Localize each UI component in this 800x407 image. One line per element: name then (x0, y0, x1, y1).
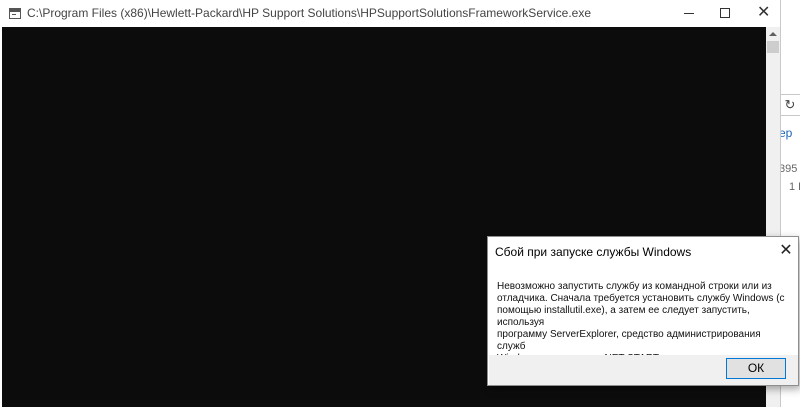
console-app-icon (9, 8, 21, 19)
minimize-icon (684, 13, 694, 14)
console-window-title: C:\Program Files (x86)\Hewlett-Packard\H… (27, 6, 592, 20)
ok-button[interactable]: ОК (726, 358, 786, 379)
scroll-up-arrow-icon[interactable] (766, 27, 780, 41)
background-link[interactable]: ер (779, 126, 792, 140)
dialog-message: Невозможно запустить службу из командной… (497, 281, 785, 364)
background-size-value: 395 К (779, 163, 800, 175)
console-titlebar[interactable]: C:\Program Files (x86)\Hewlett-Packard\H… (0, 0, 780, 27)
refresh-icon[interactable]: ↻ (779, 94, 800, 116)
service-start-error-dialog: Сбой при запуске службы Windows ✕ Невозм… (487, 236, 799, 386)
dialog-footer: ОК (489, 355, 798, 385)
dialog-title: Сбой при запуске службы Windows (495, 245, 692, 259)
dialog-body: Невозможно запустить службу из командной… (489, 267, 798, 364)
close-icon: ✕ (757, 4, 771, 21)
background-size-value: 1 К (789, 181, 800, 193)
close-button[interactable]: ✕ (746, 0, 780, 27)
minimize-button[interactable] (666, 0, 712, 27)
scroll-thumb[interactable] (767, 41, 779, 53)
maximize-icon (720, 8, 730, 18)
dialog-close-icon[interactable]: ✕ (774, 240, 798, 262)
